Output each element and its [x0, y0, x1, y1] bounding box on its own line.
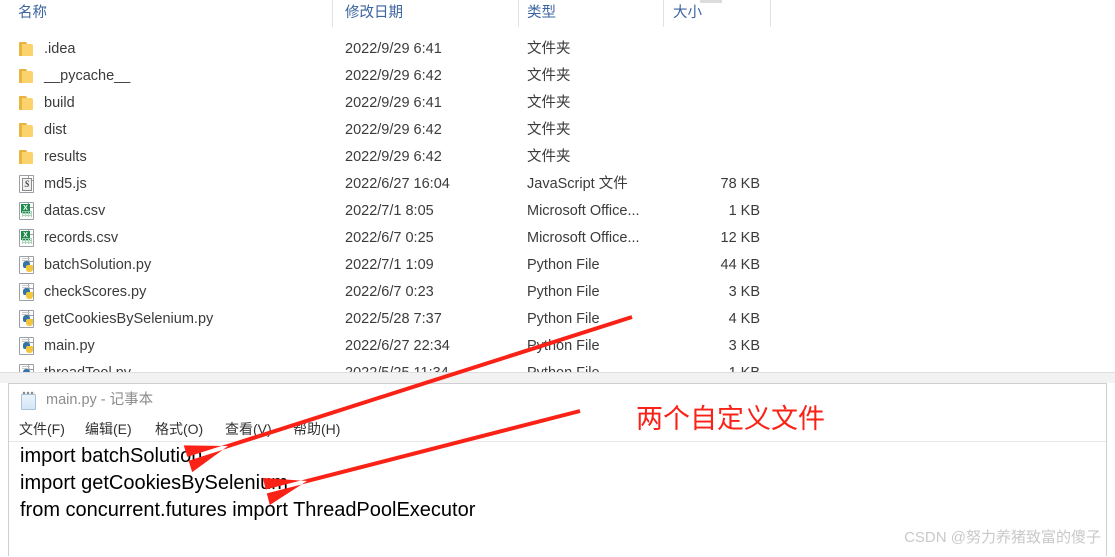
file-name-cell: results	[44, 149, 87, 165]
date-modified-cell: 2022/6/7 0:25	[345, 230, 434, 246]
file-type-cell: 文件夹	[527, 95, 571, 111]
table-row[interactable]: Xrecords.csv 2022/6/7 0:25 Microsoft Offic…	[0, 225, 1115, 252]
file-type-cell: 文件夹	[527, 68, 571, 84]
file-name-cell: md5.js	[44, 176, 87, 192]
file-name-cell: batchSolution.py	[44, 257, 152, 273]
folder-icon	[19, 40, 38, 59]
table-row[interactable]: main.py 2022/6/27 22:34 Python File 3 KB	[0, 333, 1115, 360]
menu-item-edit[interactable]: 编辑(E)	[85, 418, 132, 440]
notepad-icon	[21, 391, 38, 410]
notepad-menu-bar: 文件(F) 编辑(E) 格式(O) 查看(V) 帮助(H)	[9, 416, 1106, 442]
csdn-watermark: CSDN @努力养猪致富的傻子	[904, 529, 1101, 546]
folder-icon	[19, 94, 38, 113]
column-divider-1[interactable]	[332, 0, 333, 27]
file-size-cell: 12 KB	[720, 230, 761, 246]
date-modified-cell: 2022/9/29 6:42	[345, 122, 442, 138]
column-header-date-modified[interactable]: 修改日期	[345, 2, 403, 24]
date-modified-cell: 2022/6/7 0:23	[345, 284, 434, 300]
menu-item-help[interactable]: 帮助(H)	[293, 418, 340, 440]
file-type-cell: JavaScript 文件	[527, 176, 628, 192]
file-type-cell: Python File	[527, 284, 600, 300]
file-size-cell: 3 KB	[728, 338, 760, 354]
header-notch	[700, 0, 722, 3]
file-name-cell: main.py	[44, 338, 95, 354]
code-line: from concurrent.futures import ThreadPoo…	[20, 499, 476, 521]
file-name-cell: checkScores.py	[44, 284, 147, 300]
file-explorer-pane: 名称 修改日期 类型 大小 .idea 2022/9/29 6:41 文件夹 __py…	[0, 0, 1115, 383]
file-size-cell: 1 KB	[728, 203, 760, 219]
file-size-cell: 3 KB	[728, 284, 760, 300]
date-modified-cell: 2022/9/29 6:41	[345, 95, 442, 111]
date-modified-cell: 2022/5/28 7:37	[345, 311, 442, 327]
column-header-type[interactable]: 类型	[527, 2, 556, 24]
file-type-cell: Python File	[527, 311, 600, 327]
column-divider-4[interactable]	[770, 0, 771, 27]
notepad-window-title: main.py - 记事本	[46, 392, 154, 408]
column-header-name[interactable]: 名称	[18, 2, 47, 24]
code-line: import getCookiesBySelenium	[20, 472, 288, 494]
date-modified-cell: 2022/7/1 8:05	[345, 203, 434, 219]
code-line: import batchSolution	[20, 445, 203, 467]
file-name-cell: records.csv	[44, 230, 119, 246]
table-row[interactable]: dist 2022/9/29 6:42 文件夹	[0, 117, 1115, 144]
file-type-cell: Python File	[527, 257, 600, 273]
python-file-icon	[19, 310, 38, 329]
python-file-icon	[19, 256, 38, 275]
date-modified-cell: 2022/6/27 16:04	[345, 176, 450, 192]
folder-icon	[19, 148, 38, 167]
table-row[interactable]: build 2022/9/29 6:41 文件夹	[0, 90, 1115, 117]
file-name-cell: build	[44, 95, 75, 111]
file-name-cell: __pycache__	[44, 68, 131, 84]
table-row[interactable]: getCookiesBySelenium.py 2022/5/28 7:37 Pyt…	[0, 306, 1115, 333]
menu-item-file[interactable]: 文件(F)	[19, 418, 65, 440]
csv-file-icon: X	[19, 202, 38, 221]
file-size-cell: 4 KB	[728, 311, 760, 327]
table-row[interactable]: Xdatas.csv 2022/7/1 8:05 Microsoft Office.…	[0, 198, 1115, 225]
file-type-cell: Python File	[527, 338, 600, 354]
explorer-bottom-edge	[0, 372, 1115, 383]
table-row[interactable]: results 2022/9/29 6:42 文件夹	[0, 144, 1115, 171]
file-name-cell: getCookiesBySelenium.py	[44, 311, 214, 327]
file-size-cell: 78 KB	[720, 176, 761, 192]
menu-item-format[interactable]: 格式(O)	[155, 418, 203, 440]
date-modified-cell: 2022/6/27 22:34	[345, 338, 450, 354]
column-divider-3[interactable]	[663, 0, 664, 27]
column-header-bar: 名称 修改日期 类型 大小	[0, 0, 1115, 27]
file-type-cell: Microsoft Office...	[527, 203, 640, 219]
file-name-cell: dist	[44, 122, 67, 138]
file-type-cell: 文件夹	[527, 122, 571, 138]
python-file-icon	[19, 283, 38, 302]
file-list: .idea 2022/9/29 6:41 文件夹 __pycache__ 2022/9/…	[0, 36, 1115, 383]
file-type-cell: 文件夹	[527, 149, 571, 165]
column-divider-2[interactable]	[518, 0, 519, 27]
column-header-size[interactable]: 大小	[673, 2, 702, 24]
csv-file-icon: X	[19, 229, 38, 248]
javascript-file-icon: S	[19, 175, 38, 194]
file-type-cell: 文件夹	[527, 41, 571, 57]
menu-item-view[interactable]: 查看(V)	[225, 418, 272, 440]
folder-icon	[19, 121, 38, 140]
file-size-cell: 44 KB	[720, 257, 761, 273]
date-modified-cell: 2022/9/29 6:42	[345, 68, 442, 84]
notepad-title-bar[interactable]: main.py - 记事本	[9, 384, 1106, 416]
date-modified-cell: 2022/9/29 6:41	[345, 41, 442, 57]
python-file-icon	[19, 337, 38, 356]
date-modified-cell: 2022/9/29 6:42	[345, 149, 442, 165]
table-row[interactable]: .idea 2022/9/29 6:41 文件夹	[0, 36, 1115, 63]
table-row[interactable]: checkScores.py 2022/6/7 0:23 Python File 3 …	[0, 279, 1115, 306]
file-type-cell: Microsoft Office...	[527, 230, 640, 246]
folder-icon	[19, 67, 38, 86]
table-row[interactable]: Smd5.js 2022/6/27 16:04 JavaScript 文件 78 KB	[0, 171, 1115, 198]
file-name-cell: .idea	[44, 41, 76, 57]
date-modified-cell: 2022/7/1 1:09	[345, 257, 434, 273]
table-row[interactable]: __pycache__ 2022/9/29 6:42 文件夹	[0, 63, 1115, 90]
file-name-cell: datas.csv	[44, 203, 106, 219]
table-row[interactable]: batchSolution.py 2022/7/1 1:09 Python File…	[0, 252, 1115, 279]
